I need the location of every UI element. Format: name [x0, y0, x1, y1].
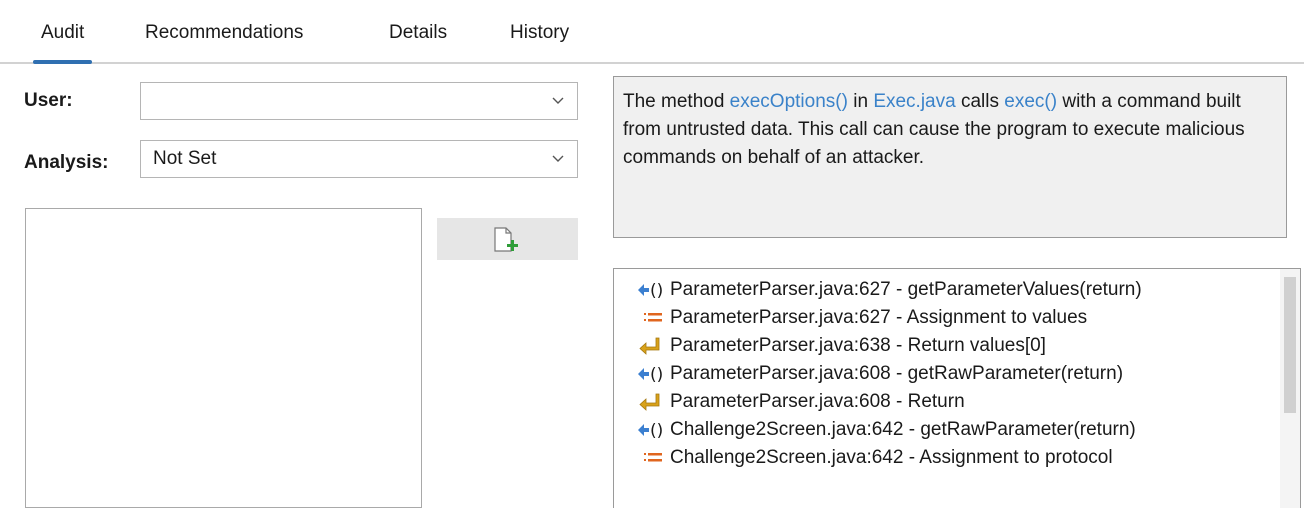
scrollbar-thumb[interactable] [1284, 277, 1296, 413]
call-link[interactable]: exec() [1004, 91, 1057, 112]
return-call-icon: () [638, 365, 663, 384]
svg-text:(): () [650, 421, 663, 440]
method-link[interactable]: execOptions() [730, 91, 848, 112]
add-comment-button[interactable] [437, 218, 578, 260]
desc-text-1: The method [623, 91, 730, 112]
tab-history[interactable]: History [510, 18, 569, 48]
trace-row[interactable]: Challenge2Screen.java:642 - Assignment t… [614, 444, 1279, 472]
trace-text: ParameterParser.java:627 - Assignment to… [670, 307, 1088, 328]
trace-text: Challenge2Screen.java:642 - getRawParame… [670, 419, 1136, 440]
trace-text: ParameterParser.java:638 - Return values… [670, 335, 1046, 356]
analysis-select-value: Not Set [153, 148, 217, 169]
file-link[interactable]: Exec.java [873, 91, 955, 112]
assignment-icon [644, 453, 662, 462]
comment-textarea[interactable] [25, 208, 422, 508]
svg-text:(): () [650, 365, 663, 384]
chevron-down-icon [552, 155, 564, 162]
trace-text: ParameterParser.java:627 - getParameterV… [670, 279, 1142, 300]
analysis-label: Analysis: [24, 152, 109, 173]
trace-row[interactable]: ParameterParser.java:608 - Return [614, 388, 1279, 416]
user-select[interactable] [140, 82, 578, 120]
analysis-select[interactable]: Not Set [140, 140, 578, 178]
user-label: User: [24, 90, 73, 111]
desc-text-2: in [847, 91, 874, 112]
issue-description: The method execOptions() in Exec.java ca… [613, 76, 1287, 238]
tab-audit[interactable]: Audit [32, 18, 93, 64]
chevron-down-icon [552, 97, 564, 104]
trace-text: ParameterParser.java:608 - getRawParamet… [670, 363, 1124, 384]
return-icon [639, 393, 660, 411]
trace-row[interactable]: () ParameterParser.java:627 - getParamet… [614, 276, 1279, 304]
trace-text: Challenge2Screen.java:642 - Assignment t… [670, 447, 1113, 468]
tab-details[interactable]: Details [389, 18, 447, 48]
tab-bar: Audit Recommendations Details History [0, 0, 1304, 64]
trace-text: ParameterParser.java:608 - Return [670, 391, 965, 412]
return-call-icon: () [638, 421, 663, 440]
trace-row[interactable]: ParameterParser.java:638 - Return values… [614, 332, 1279, 360]
trace-list: () ParameterParser.java:627 - getParamet… [613, 268, 1301, 508]
return-icon [639, 337, 660, 355]
assignment-icon [644, 313, 662, 322]
svg-text:(): () [650, 281, 663, 300]
tab-recommendations[interactable]: Recommendations [145, 18, 303, 48]
trace-row[interactable]: () ParameterParser.java:608 - getRawPara… [614, 360, 1279, 388]
trace-scrollbar[interactable] [1280, 269, 1300, 508]
trace-row[interactable]: ParameterParser.java:627 - Assignment to… [614, 304, 1279, 332]
desc-text-3: calls [955, 91, 1005, 112]
trace-row[interactable]: () Challenge2Screen.java:642 - getRawPar… [614, 416, 1279, 444]
return-call-icon: () [638, 281, 663, 300]
add-file-icon [494, 227, 518, 252]
